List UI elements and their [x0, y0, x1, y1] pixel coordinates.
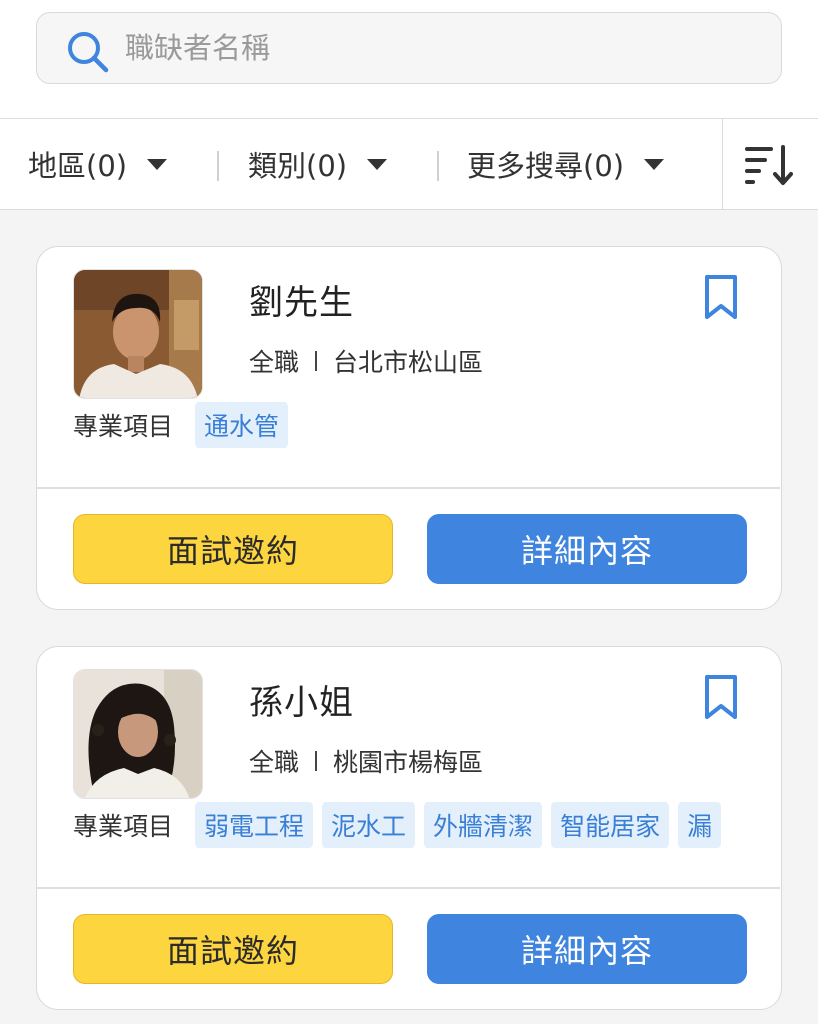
filter-category[interactable]: 類別(0) — [248, 119, 388, 209]
avatar — [73, 269, 203, 399]
job-type: 全職 — [249, 348, 300, 377]
filter-bar: 地區(0) 類別(0) 更多搜尋(0) — [0, 118, 818, 210]
bookmark-icon[interactable] — [701, 273, 741, 321]
skills-row: 專業項目 弱電工程 泥水工 外牆清潔 智能居家 漏 — [73, 802, 749, 848]
card-divider — [37, 887, 780, 889]
skills-label: 專業項目 — [73, 412, 174, 441]
filter-region[interactable]: 地區(0) — [28, 119, 168, 209]
caret-down-icon — [644, 158, 665, 170]
interview-invite-button[interactable]: 面試邀約 — [73, 514, 393, 584]
candidate-card: 劉先生 全職 台北市松山區 專業項目 通水管 面試邀約 詳細內容 — [36, 246, 782, 610]
candidate-meta: 全職 桃園市楊梅區 — [249, 743, 483, 779]
location: 桃園市楊梅區 — [333, 748, 484, 777]
caret-down-icon — [367, 158, 388, 170]
filter-divider — [437, 151, 439, 181]
bookmark-icon[interactable] — [701, 673, 741, 721]
search-input[interactable] — [125, 23, 745, 73]
avatar — [73, 669, 203, 799]
skill-tag: 外牆清潔 — [424, 802, 543, 848]
details-button[interactable]: 詳細內容 — [427, 514, 747, 584]
skill-tag: 漏 — [678, 802, 722, 848]
filter-region-label: 地區(0) — [28, 149, 128, 183]
details-button[interactable]: 詳細內容 — [427, 914, 747, 984]
sort-descending-icon — [745, 145, 793, 185]
interview-invite-button[interactable]: 面試邀約 — [73, 914, 393, 984]
sort-button[interactable] — [722, 119, 818, 209]
filter-more-search[interactable]: 更多搜尋(0) — [467, 119, 665, 209]
filter-category-label: 類別(0) — [248, 149, 348, 183]
search-box[interactable] — [36, 12, 782, 84]
filter-more-search-label: 更多搜尋(0) — [467, 149, 625, 183]
skill-tag: 智能居家 — [551, 802, 670, 848]
location: 台北市松山區 — [333, 348, 484, 377]
caret-down-icon — [147, 158, 168, 170]
search-icon — [68, 32, 109, 73]
candidate-card: 孫小姐 全職 桃園市楊梅區 專業項目 弱電工程 泥水工 外牆清潔 智能居家 漏 … — [36, 646, 782, 1010]
candidate-meta: 全職 台北市松山區 — [249, 343, 483, 379]
skill-tag: 泥水工 — [322, 802, 416, 848]
card-divider — [37, 487, 780, 489]
candidate-name: 劉先生 — [249, 283, 354, 323]
job-type: 全職 — [249, 748, 300, 777]
meta-separator — [315, 351, 318, 371]
skills-label: 專業項目 — [73, 812, 174, 841]
skill-tag: 弱電工程 — [195, 802, 314, 848]
filter-divider — [217, 151, 219, 181]
skills-row: 專業項目 通水管 — [73, 402, 749, 448]
candidate-name: 孫小姐 — [249, 683, 354, 723]
skill-tag: 通水管 — [195, 402, 289, 448]
meta-separator — [315, 751, 318, 771]
